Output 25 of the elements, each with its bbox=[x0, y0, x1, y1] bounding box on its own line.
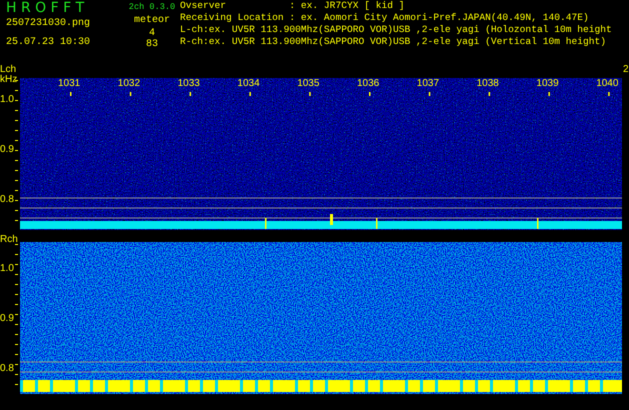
frequency-label: 1039 bbox=[536, 78, 559, 90]
frequency-label: 1035 bbox=[297, 78, 320, 90]
frequency-label: 2 bbox=[623, 64, 629, 76]
meteor-count: 4 bbox=[148, 28, 155, 39]
meteor-label: meteor bbox=[134, 14, 170, 28]
info-line: R-ch:ex. UV5R 113.900Mhz(SAPPORO VOR)USB ,2-ele yagi (Vertical 10m height) bbox=[180, 36, 608, 48]
app-logo: H R O F F T bbox=[6, 0, 86, 17]
unit-label: kHz bbox=[0, 74, 18, 86]
info-line: Ovserver : ex. JR7CYX [ kid ] bbox=[180, 0, 406, 12]
info-line: Receiving Location : ex. Aomori City Aomori-Pref.JAPAN(40.49N, 140.47E) bbox=[180, 12, 590, 24]
frequency-label: 1033 bbox=[178, 78, 200, 90]
frequency-label: 1036 bbox=[357, 78, 380, 90]
frequency-label: 1031 bbox=[58, 78, 80, 90]
meteor-count: 83 bbox=[146, 39, 158, 50]
version-label: 2ch 0.3.0 bbox=[128, 1, 176, 14]
info-line: L-ch:ex. UV5R 113.900Mhz(SAPPORO VOR)USB ,2-ele yagi (Holozontal 10m height bbox=[180, 24, 612, 36]
channel-label: Lch bbox=[0, 64, 16, 75]
channel-label: Rch bbox=[0, 234, 18, 246]
frequency-label: 1032 bbox=[118, 78, 140, 90]
timestamp: 25.07.23 10:30 bbox=[6, 36, 92, 50]
frequency-label: 1037 bbox=[416, 78, 440, 90]
file-name: 2507231030.png bbox=[6, 17, 92, 31]
frequency-label: 1040 bbox=[596, 78, 618, 90]
frequency-label: 1034 bbox=[237, 78, 260, 90]
frequency-label: 1038 bbox=[476, 78, 499, 90]
